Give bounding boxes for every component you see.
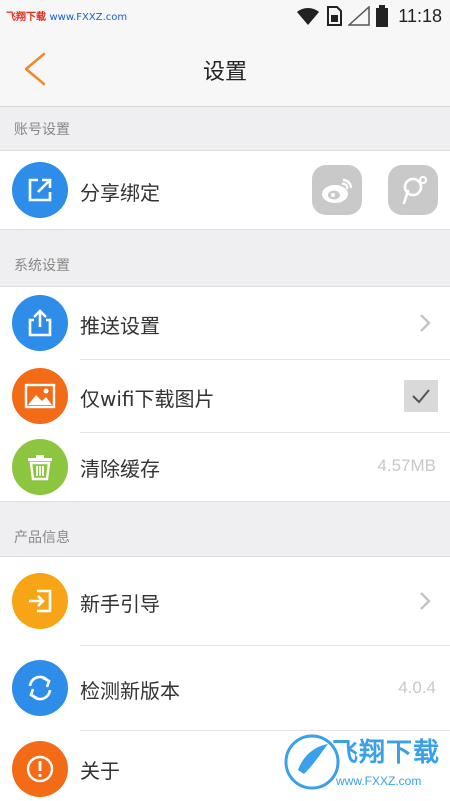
row-beginner-guide[interactable]: 新手引导 (0, 557, 450, 645)
login-arrow-icon (12, 573, 68, 629)
page-title: 设置 (202, 60, 247, 85)
watermark-top-text: 飞翔下载 (6, 12, 46, 23)
watermark-top: 飞翔下载 www.FXXZ.com (6, 8, 127, 23)
watermark-url: www.FXXZ.com (336, 774, 422, 788)
beginner-guide-label: 新手引导 (80, 592, 160, 616)
row-clear-cache[interactable]: 清除缓存 4.57MB (0, 433, 450, 501)
trash-icon (12, 439, 68, 495)
battery-icon (376, 5, 389, 27)
nav-bar: 设置 (0, 32, 450, 107)
refresh-icon (12, 660, 68, 716)
section-header-system: 系统设置 (14, 258, 70, 274)
row-check-update[interactable]: 检测新版本 4.0.4 (0, 646, 450, 730)
watermark-top-url: www.FXXZ.com (49, 12, 128, 23)
check-icon (412, 389, 430, 404)
sim-icon (327, 6, 343, 26)
cache-size-value: 4.57MB (377, 456, 436, 475)
info-exclamation-icon (12, 741, 68, 797)
signal-icon (348, 6, 371, 26)
wifi-icon (297, 7, 320, 26)
tencent-weibo-icon (402, 176, 427, 205)
row-wifi-only-images[interactable]: 仅wifi下载图片 (0, 360, 450, 432)
chevron-right-icon (420, 314, 431, 332)
status-bar: 飞翔下载 www.FXXZ.com 11:18 (0, 0, 450, 32)
group-system: 推送设置 仅wifi下载图片 清除缓存 4.57MB (0, 286, 450, 502)
about-label: 关于 (80, 759, 120, 783)
weibo-bind-button[interactable] (312, 165, 362, 215)
status-time: 11:18 (398, 5, 442, 26)
image-icon (12, 368, 68, 424)
watermark-brand: 飞翔下载 (332, 738, 441, 768)
tencent-weibo-bind-button[interactable] (388, 165, 438, 215)
wifi-only-checkbox[interactable] (404, 380, 438, 412)
upload-share-icon (12, 295, 68, 351)
push-settings-label: 推送设置 (80, 314, 160, 338)
share-binding-label: 分享绑定 (80, 181, 160, 205)
share-external-icon (12, 162, 68, 218)
weibo-icon (322, 178, 353, 203)
wifi-only-images-label: 仅wifi下载图片 (80, 387, 215, 411)
row-share-binding[interactable]: 分享绑定 (0, 151, 450, 229)
section-header-account: 账号设置 (14, 122, 70, 138)
group-account: 分享绑定 (0, 150, 450, 230)
check-update-label: 检测新版本 (80, 679, 180, 703)
clear-cache-label: 清除缓存 (80, 457, 160, 481)
version-value: 4.0.4 (398, 678, 436, 697)
row-push-settings[interactable]: 推送设置 (0, 287, 450, 359)
section-header-product: 产品信息 (14, 530, 70, 546)
chevron-right-icon (420, 592, 431, 610)
